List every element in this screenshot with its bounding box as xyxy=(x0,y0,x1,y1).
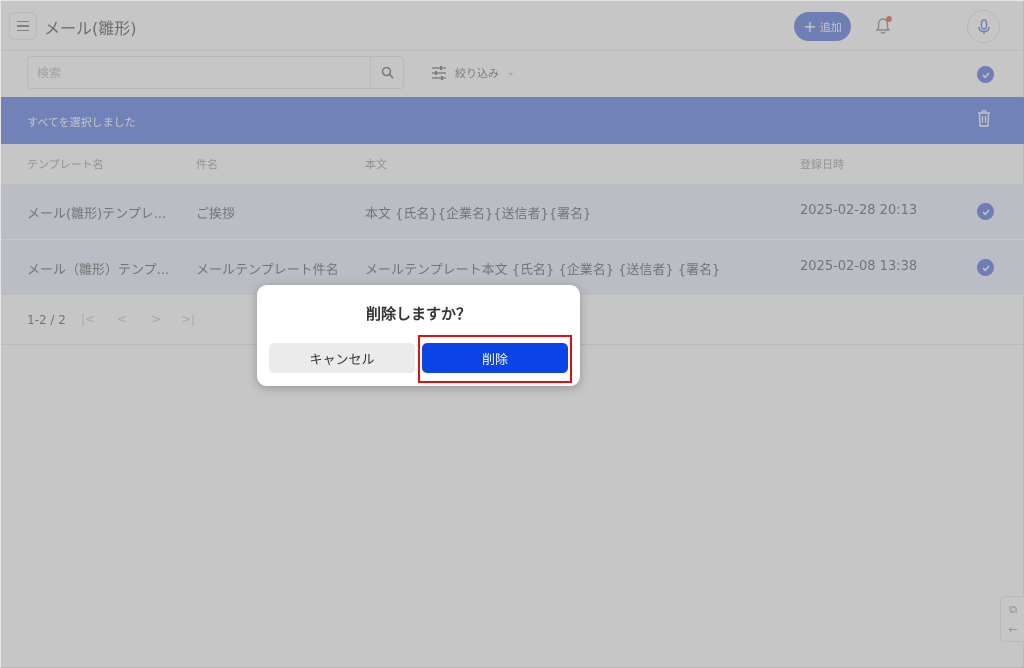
cancel-button[interactable]: キャンセル xyxy=(269,343,415,373)
dialog-title: 削除しますか？ xyxy=(365,305,471,323)
app-window: メール(雛形) + 追加 絞り込み ⌄ すべてを選択しました xyxy=(0,0,1024,668)
delete-button-highlight xyxy=(418,335,572,383)
